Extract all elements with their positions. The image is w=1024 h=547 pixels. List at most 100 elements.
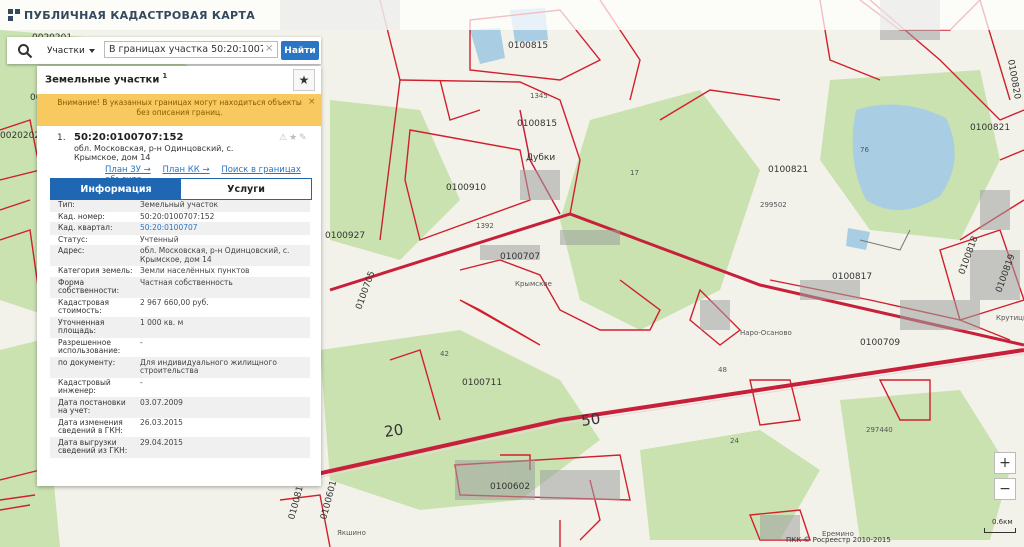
info-value: Земли населённых пунктов — [140, 266, 250, 275]
info-row: Разрешенное использование: - — [50, 338, 310, 358]
info-value: Учтенный — [140, 234, 179, 244]
map-label: 17 — [630, 169, 639, 177]
info-value: 29.04.2015 — [140, 437, 183, 447]
info-row: Тип: Земельный участок — [50, 200, 310, 212]
info-label: Кад. квартал: — [58, 223, 113, 232]
info-row: Статус: Учтенный — [50, 234, 310, 246]
info-label: Форма собственности: — [58, 277, 120, 295]
info-value: - — [140, 337, 143, 347]
map-label: 50 — [580, 409, 601, 429]
search-type-dropdown[interactable]: Участки — [47, 42, 95, 59]
info-row: Категория земель: Земли населённых пункто… — [50, 266, 310, 278]
info-row: Кад. квартал: 50:20:0100707 — [50, 223, 310, 235]
info-label: Разрешенное использование: — [58, 337, 121, 355]
map-label: 0100927 — [325, 231, 365, 241]
map-label: Крутицы — [996, 314, 1024, 322]
map-label: 1392 — [476, 222, 494, 230]
info-row: Адрес: обл. Московская, р-н Одинцовский, … — [50, 246, 310, 266]
info-value: Для индивидуального жилищного строительс… — [140, 357, 277, 375]
map-label: Якшино — [337, 529, 366, 537]
info-label: Тип: — [58, 200, 75, 209]
result-panel: Земельные участки 1 ★ Внимание! В указанн… — [37, 66, 321, 486]
info-value: Земельный участок — [140, 200, 219, 209]
map-label: 299502 — [760, 201, 787, 209]
cadastral-quarter-link[interactable]: 50:20:0100707 — [137, 223, 310, 234]
map-label: 0100815 — [517, 119, 557, 129]
map-label: Дубки — [526, 153, 555, 163]
info-label: Статус: — [58, 234, 88, 244]
scale-line — [984, 528, 1016, 533]
info-value: - — [140, 377, 143, 387]
map-label: 0100711 — [462, 378, 502, 388]
scale-label: 0.6км — [992, 518, 1013, 526]
info-label: Дата изменения сведений в ГКН: — [58, 417, 123, 435]
info-value: 26.03.2015 — [140, 417, 183, 427]
tab-services[interactable]: Услуги — [181, 179, 311, 199]
search-input[interactable] — [104, 41, 278, 58]
close-icon[interactable]: × — [308, 97, 316, 107]
info-value: 1 000 кв. м — [140, 317, 184, 327]
search-button[interactable]: Найти — [281, 41, 319, 60]
map-label: 0100817 — [832, 272, 872, 282]
info-label: по документу: — [58, 357, 116, 367]
chevron-down-icon — [88, 48, 95, 53]
map-label: 76 — [860, 146, 869, 154]
map-label: 0100707 — [500, 252, 540, 262]
map-label: 0100821 — [970, 123, 1010, 133]
info-value: обл. Московская, р-н Одинцовский, с. Кры… — [140, 246, 290, 264]
item-address: обл. Московская, р-н Одинцовский, с. Кры… — [74, 144, 234, 162]
info-row: Форма собственности: Частная собственност… — [50, 277, 310, 298]
info-label: Кад. номер: — [58, 211, 105, 221]
map-label: 0100821 — [768, 165, 808, 175]
info-row: по документу: Для индивидуального жилищно… — [50, 357, 310, 378]
map-label: 0100910 — [446, 183, 486, 193]
zoom-in-button[interactable]: + — [994, 452, 1016, 474]
map-label: 20 — [383, 420, 404, 440]
info-value: 50:20:0100707:152 — [140, 211, 215, 221]
map-label: 1345 — [530, 92, 548, 100]
info-row: Дата изменения сведений в ГКН: 26.03.2015 — [50, 418, 310, 438]
plan-kk-link[interactable]: План КК → — [162, 165, 209, 175]
zoom-control: + − — [994, 452, 1016, 500]
favorite-button[interactable]: ★ — [293, 69, 315, 91]
info-row: Уточненная площадь: 1 000 кв. м — [50, 317, 310, 338]
map-label: 0100815 — [508, 41, 548, 51]
copyright: ПКК © Росреестр 2010-2015 — [786, 536, 891, 544]
info-label: Дата постановки на учет: — [58, 397, 126, 415]
info-row: Кад. номер: 50:20:0100707:152 — [50, 211, 310, 223]
result-title-text: Земельные участки — [45, 74, 160, 86]
result-title: Земельные участки 1 — [45, 72, 167, 85]
info-label: Кадастровый инженер: — [58, 377, 111, 395]
info-row: Дата постановки на учет: 03.07.2009 — [50, 397, 310, 418]
result-header: Земельные участки 1 ★ — [37, 66, 321, 92]
item-tool-icons[interactable]: ⚠★✎ — [279, 133, 309, 143]
item-cadastral-number[interactable]: 50:20:0100707:152 — [74, 132, 183, 143]
map-label: 0100709 — [860, 338, 900, 348]
map-label: 48 — [718, 366, 727, 374]
info-label: Кадастровая стоимость: — [58, 297, 110, 315]
map-label: 24 — [730, 437, 739, 445]
clear-icon[interactable]: × — [265, 43, 273, 54]
warning-box: Внимание! В указанных границах могут нах… — [37, 94, 321, 126]
map-label: 0100602 — [490, 482, 530, 492]
zoom-out-button[interactable]: − — [994, 478, 1016, 500]
item-number: 1. — [57, 133, 66, 143]
search-panel: Участки × Найти — [7, 37, 321, 64]
map-label: 297440 — [866, 426, 893, 434]
warning-text: Внимание! В указанных границах могут нах… — [57, 98, 302, 117]
info-label: Дата выгрузки сведений из ГКН: — [58, 437, 128, 455]
plan-zu-link[interactable]: План ЗУ → — [105, 165, 151, 175]
info-row: Дата выгрузки сведений из ГКН: 29.04.2015 — [50, 437, 310, 458]
map-label: 42 — [440, 350, 449, 358]
result-count: 1 — [162, 72, 168, 80]
search-icon[interactable] — [10, 39, 40, 62]
tab-bar: Информация Услуги — [50, 178, 312, 200]
info-value: 2 967 660,00 руб. — [140, 297, 209, 307]
tab-information[interactable]: Информация — [51, 179, 181, 199]
app-header: ПУБЛИЧНАЯ КАДАСТРОВАЯ КАРТА — [0, 0, 1024, 30]
search-type-label: Участки — [47, 45, 85, 56]
info-table: Тип: Земельный участок Кад. номер: 50:20:0… — [50, 200, 310, 458]
info-row: Кадастровый инженер: - — [50, 378, 310, 398]
map-label: Крымское — [515, 280, 552, 288]
info-value: Частная собственность — [140, 277, 233, 287]
